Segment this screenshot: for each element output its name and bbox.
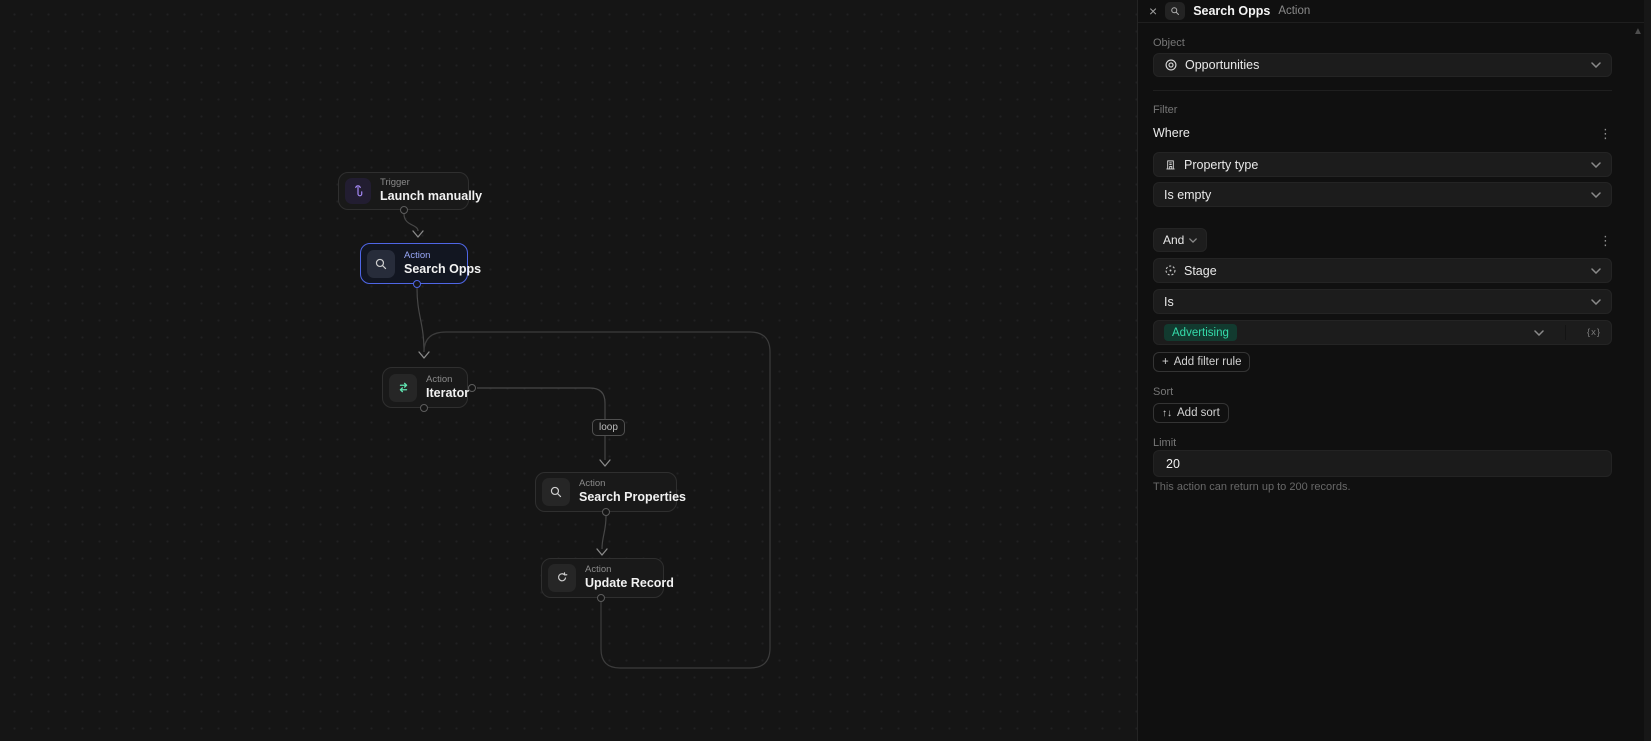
add-filter-rule-button[interactable]: + Add filter rule <box>1153 352 1251 372</box>
divider <box>1564 325 1566 340</box>
sort-updown-icon: ↑↓ <box>1162 407 1172 419</box>
node-title: Launch manually <box>380 189 483 204</box>
search-icon <box>542 478 570 506</box>
node-update-record[interactable]: Action Update Record <box>541 558 674 598</box>
node-title: Iterator <box>426 385 470 400</box>
object-select[interactable]: Opportunities <box>1153 53 1612 77</box>
conjunction-row: And ⋮ <box>1153 228 1612 252</box>
kebab-menu-icon[interactable]: ⋮ <box>1599 234 1612 247</box>
close-icon[interactable]: × <box>1149 4 1157 18</box>
loop-icon <box>389 373 417 402</box>
node-launch-manually[interactable]: Trigger Launch manually <box>338 172 482 210</box>
add-sort-button[interactable]: ↑↓ Add sort <box>1153 403 1229 423</box>
object-select-value: Opportunities <box>1185 58 1260 72</box>
node-type-label: Action <box>585 564 612 576</box>
node-type-label: Trigger <box>380 177 410 189</box>
tap-icon <box>345 178 371 204</box>
panel-header: × Search Opps Action <box>1138 0 1651 23</box>
chevron-down-icon <box>1591 267 1601 274</box>
chevron-down-icon <box>1591 161 1601 168</box>
variable-icon[interactable]: {x} <box>1587 327 1601 338</box>
loop-badge: loop <box>592 419 625 436</box>
filter-attribute-select[interactable]: Stage <box>1153 258 1612 283</box>
scroll-up-icon[interactable]: ▲ <box>1633 26 1643 37</box>
filter-operator-select[interactable]: Is <box>1153 289 1612 314</box>
limit-input[interactable] <box>1153 450 1612 477</box>
chevron-down-icon <box>1591 191 1601 198</box>
refresh-icon <box>548 564 576 592</box>
connector-handle[interactable] <box>602 508 610 516</box>
filter-attribute-select[interactable]: Property type <box>1153 152 1612 177</box>
filter-section-label: Filter <box>1153 104 1178 116</box>
plus-icon: + <box>1162 356 1169 368</box>
connector-handle[interactable] <box>400 206 408 214</box>
connector-handle[interactable] <box>413 280 421 288</box>
node-search-opps[interactable]: Action Search Opps <box>360 243 481 284</box>
property-type-icon <box>1166 160 1175 170</box>
filter-operator-select[interactable]: Is empty <box>1153 182 1612 207</box>
node-iterator[interactable]: Action Iterator <box>382 367 470 408</box>
search-icon <box>367 249 395 278</box>
chevron-down-icon <box>1534 329 1544 336</box>
where-row: Where ⋮ <box>1153 124 1612 142</box>
connector-handle[interactable] <box>420 404 428 412</box>
chevron-down-icon <box>1189 237 1198 243</box>
filter-value-select[interactable]: Advertising {x} <box>1153 320 1612 345</box>
limit-section-label: Limit <box>1153 437 1177 449</box>
add-sort-label: Add sort <box>1177 407 1220 419</box>
panel-type-badge: Action <box>1278 5 1311 17</box>
workflow-canvas[interactable]: Trigger Launch manually Action Search Op… <box>0 0 1138 741</box>
node-title: Update Record <box>585 576 674 591</box>
panel-title: Search Opps <box>1193 4 1271 18</box>
filter-attribute-value: Property type <box>1184 157 1259 172</box>
opportunities-icon <box>1165 59 1177 71</box>
node-title: Search Opps <box>404 261 482 276</box>
where-label: Where <box>1153 126 1190 140</box>
filter-operator-value: Is empty <box>1164 187 1212 202</box>
chevron-down-icon <box>1591 298 1601 305</box>
panel-scrollbar[interactable] <box>1644 0 1651 741</box>
node-type-label: Action <box>404 249 431 261</box>
connector-handle[interactable] <box>597 594 605 602</box>
action-search-chip <box>1165 2 1186 20</box>
search-icon <box>1171 7 1180 15</box>
chevron-down-icon <box>1591 62 1601 68</box>
workflow-edges <box>403 213 771 669</box>
node-search-properties[interactable]: Action Search Properties <box>535 472 686 512</box>
connector-handle[interactable] <box>468 384 476 392</box>
object-section-label: Object <box>1153 37 1185 49</box>
stage-icon <box>1165 265 1176 276</box>
sort-section-label: Sort <box>1153 386 1174 398</box>
limit-helper-text: This action can return up to 200 records… <box>1153 481 1351 493</box>
filter-attribute-value: Stage <box>1184 263 1217 278</box>
node-type-label: Action <box>426 373 453 385</box>
value-tag: Advertising <box>1164 324 1237 341</box>
kebab-menu-icon[interactable]: ⋮ <box>1599 127 1612 140</box>
add-filter-rule-label: Add filter rule <box>1173 356 1242 368</box>
filter-operator-value: Is <box>1164 294 1174 309</box>
node-title: Search Properties <box>579 490 686 505</box>
node-type-label: Action <box>579 478 606 490</box>
conjunction-value: And <box>1163 233 1185 247</box>
action-config-panel: × Search Opps Action ▲ Object Opportunit… <box>1138 0 1651 741</box>
conjunction-select[interactable]: And <box>1153 228 1208 252</box>
section-divider <box>1153 90 1612 91</box>
